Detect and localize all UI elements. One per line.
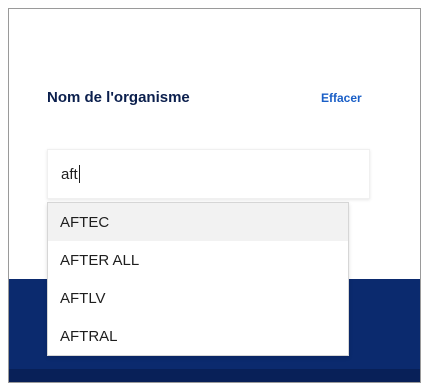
organism-name-label: Nom de l'organisme bbox=[47, 89, 190, 106]
screenshot-frame: Nom de l'organisme Effacer aft AFTEC AFT… bbox=[8, 8, 421, 383]
text-cursor bbox=[78, 165, 80, 183]
dropdown-option-aftec[interactable]: AFTEC bbox=[48, 203, 348, 241]
footer-bottom-band bbox=[9, 369, 420, 382]
dropdown-option-aftlv[interactable]: AFTLV bbox=[48, 279, 348, 317]
organism-search-input[interactable]: aft bbox=[47, 149, 370, 199]
autocomplete-dropdown: AFTEC AFTER ALL AFTLV AFTRAL bbox=[47, 202, 349, 356]
dropdown-option-after-all[interactable]: AFTER ALL bbox=[48, 241, 348, 279]
search-input-value: aft bbox=[61, 165, 78, 183]
clear-button[interactable]: Effacer bbox=[321, 91, 362, 105]
dropdown-option-aftral[interactable]: AFTRAL bbox=[48, 317, 348, 355]
